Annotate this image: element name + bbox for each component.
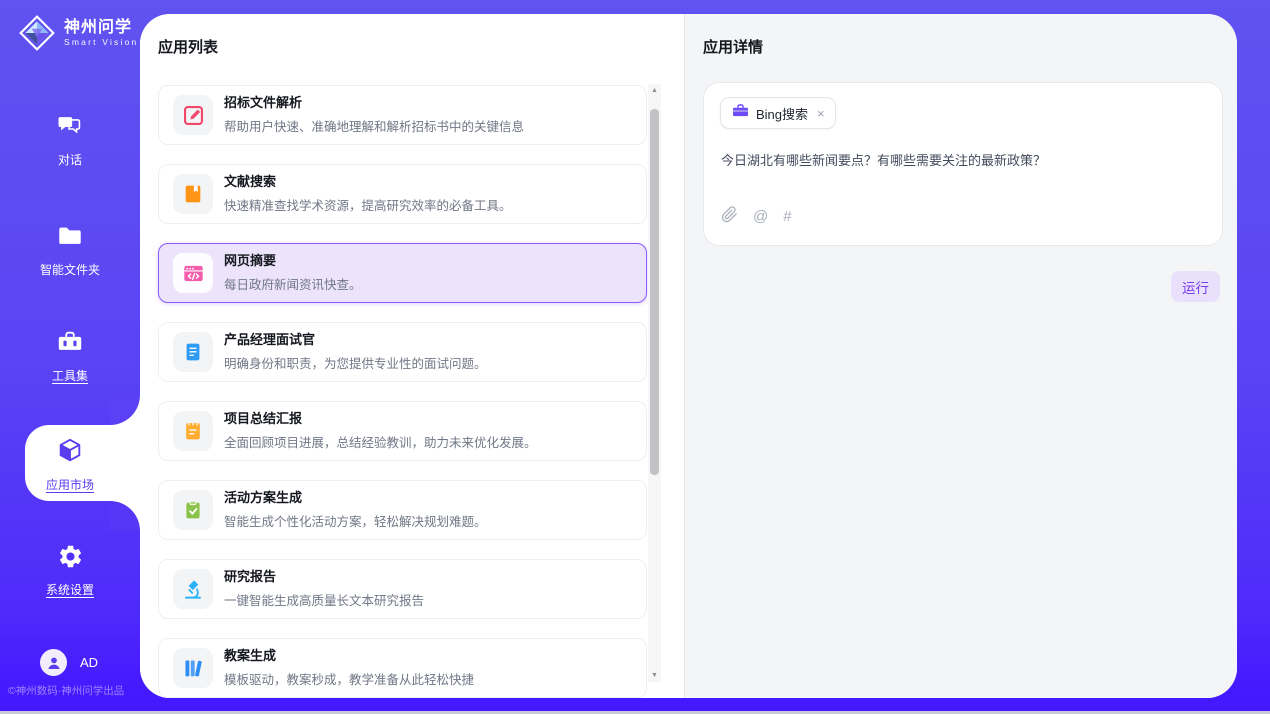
active-tab-curve-bottom [110,501,140,531]
app-desc: 全面回顾项目进展，总结经验教训，助力未来优化发展。 [224,432,537,451]
sidebar-item-gear[interactable]: 系统设置 [0,543,140,598]
app-title: 招标文件解析 [224,95,524,111]
app-title: 教案生成 [224,648,474,664]
brand-name: 神州问学 [64,19,138,37]
app-desc: 快速精准查找学术资源，提高研究效率的必备工具。 [224,195,512,214]
list-item[interactable]: 活动方案生成智能生成个性化活动方案，轻松解决规划难题。 [158,480,647,540]
scroll-down-icon[interactable]: ▼ [648,669,661,682]
note-icon [173,411,213,451]
app-title: 网页摘要 [224,253,362,269]
list-item[interactable]: 招标文件解析帮助用户快速、准确地理解和解析招标书中的关键信息 [158,85,647,145]
sidebar-item-folder[interactable]: 智能文件夹 [0,222,140,278]
book-icon [173,174,213,214]
list-item[interactable]: 产品经理面试官明确身份和职责，为您提供专业性的面试问题。 [158,322,647,382]
app-desc: 智能生成个性化活动方案，轻松解决规划难题。 [224,511,487,530]
app-title: 项目总结汇报 [224,411,537,427]
query-input[interactable]: 今日湖北有哪些新闻要点？有哪些需要关注的最新政策？ [721,151,1201,171]
microscope-icon [173,569,213,609]
active-tab-curve-top [110,395,140,425]
resume-icon [173,332,213,372]
sidebar-item-label: 工具集 [0,367,140,384]
app-list-title: 应用列表 [140,14,684,57]
list-item[interactable]: 研究报告一键智能生成高质量长文本研究报告 [158,559,647,619]
sidebar-item-label: 应用市场 [0,476,140,493]
browser-code-icon [173,253,213,293]
books-icon [173,648,213,688]
app-title: 产品经理面试官 [224,332,487,348]
app-list-panel: 应用列表 招标文件解析帮助用户快速、准确地理解和解析招标书中的关键信息文献搜索快… [140,14,684,698]
app-desc: 模板驱动，教案秒成，教学准备从此轻松快捷 [224,669,474,688]
folder-icon [56,222,84,252]
paperclip-icon[interactable] [721,206,738,227]
sidebar: 神州问学 Smart Vision 对话智能文件夹工具集应用市场系统设置 AD … [0,0,140,714]
user-name: AD [80,655,98,670]
sidebar-item-cube[interactable]: 应用市场 [0,437,140,493]
person-icon [45,654,63,672]
app-title: 文献搜索 [224,174,512,190]
sidebar-item-label: 系统设置 [0,581,140,598]
at-sign-icon[interactable]: @ [753,208,768,225]
sidebar-item-label: 对话 [0,151,140,168]
app-desc: 明确身份和职责，为您提供专业性的面试问题。 [224,353,487,372]
tool-chip-bing-search[interactable]: Bing搜索 × [720,97,836,129]
list-item[interactable]: 项目总结汇报全面回顾项目进展，总结经验教训，助力未来优化发展。 [158,401,647,461]
sidebar-item-toolbox[interactable]: 工具集 [0,328,140,384]
list-item[interactable]: 教案生成模板驱动，教案秒成，教学准备从此轻松快捷 [158,638,647,698]
copyright-footer: ©神州数码·神州问学出品 [8,683,124,698]
list-item[interactable]: 网页摘要每日政府新闻资讯快查。 [158,243,647,303]
user-account[interactable]: AD [40,649,98,676]
app-desc: 一键智能生成高质量长文本研究报告 [224,590,424,609]
app-title: 活动方案生成 [224,490,487,506]
avatar[interactable] [40,649,67,676]
sidebar-item-chat[interactable]: 对话 [0,112,140,168]
app-detail-title: 应用详情 [685,14,1237,57]
app-desc: 帮助用户快速、准确地理解和解析招标书中的关键信息 [224,116,524,135]
main-content-shell: 应用列表 招标文件解析帮助用户快速、准确地理解和解析招标书中的关键信息文献搜索快… [140,14,1237,698]
run-button[interactable]: 运行 [1171,271,1220,302]
tool-chip-label: Bing搜索 [756,104,808,123]
brand-subtitle: Smart Vision [64,38,138,47]
attachment-toolbar: @# [721,206,792,227]
list-scrollbar[interactable]: ▲ ▼ [648,84,661,682]
clipboard-check-icon [173,490,213,530]
brand-logo: 神州问学 Smart Vision [18,14,138,52]
diamond-logo-icon [18,14,56,52]
list-item[interactable]: 文献搜索快速精准查找学术资源，提高研究效率的必备工具。 [158,164,647,224]
app-detail-panel: 应用详情 Bing搜索 × 今日湖北有哪些新闻要点？有哪些需要关注的最新政策？ … [684,14,1237,698]
app-desc: 每日政府新闻资讯快查。 [224,274,362,293]
prompt-card: Bing搜索 × 今日湖北有哪些新闻要点？有哪些需要关注的最新政策？ @# [703,82,1223,246]
briefcase-icon [732,102,749,124]
gear-icon [57,543,84,573]
toolbox-icon [56,328,84,358]
chat-icon [56,112,84,142]
close-icon[interactable]: × [815,106,825,121]
sidebar-item-label: 智能文件夹 [0,261,140,278]
cube-icon [56,437,84,467]
scrollbar-thumb[interactable] [650,109,659,475]
scroll-up-icon[interactable]: ▲ [648,84,661,97]
document-edit-icon [173,95,213,135]
hash-icon[interactable]: # [783,208,791,225]
app-list: 招标文件解析帮助用户快速、准确地理解和解析招标书中的关键信息文献搜索快速精准查找… [158,85,647,698]
app-title: 研究报告 [224,569,424,585]
